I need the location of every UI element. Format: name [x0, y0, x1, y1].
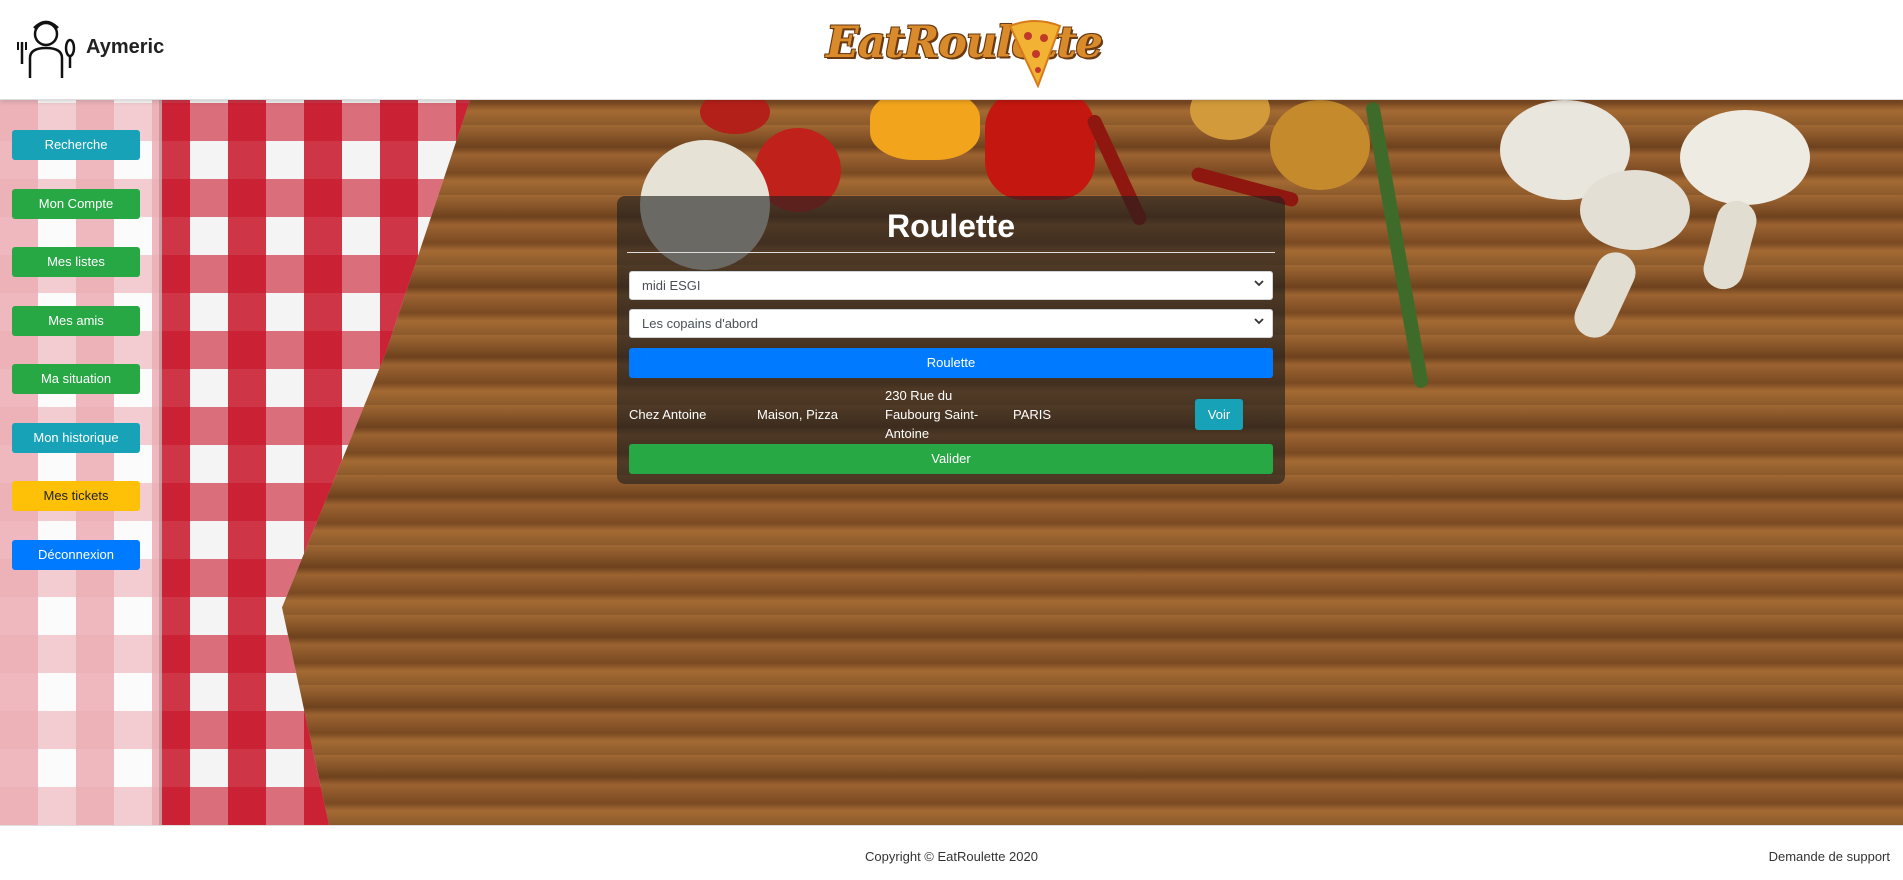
eatroulette-logo[interactable]: EatRoulette: [826, 14, 1103, 90]
list-select[interactable]: midi ESGI: [629, 271, 1273, 300]
user-profile[interactable]: Aymeric: [16, 14, 164, 80]
sidebar-item-deconnexion[interactable]: Déconnexion: [12, 539, 140, 570]
header: Aymeric EatRoulette: [0, 0, 1903, 100]
mushroom-decoration: [1580, 170, 1690, 250]
sidebar-item-mes-listes[interactable]: Mes listes: [12, 247, 140, 277]
restaurant-type: Maison, Pizza: [757, 406, 838, 422]
chevron-down-icon: [1254, 318, 1264, 325]
sidebar-item-mes-tickets[interactable]: Mes tickets: [12, 481, 140, 511]
list-select-value: midi ESGI: [642, 278, 701, 293]
sidebar-item-mes-amis[interactable]: Mes amis: [12, 305, 140, 336]
view-restaurant-button[interactable]: Voir: [1195, 399, 1243, 430]
copyright-text: Copyright © EatRoulette 2020: [865, 849, 1038, 864]
restaurant-city: PARIS: [1013, 406, 1052, 422]
sidebar-item-mon-compte[interactable]: Mon Compte: [12, 188, 140, 219]
sidebar-item-ma-situation[interactable]: Ma situation: [12, 364, 140, 394]
validate-button[interactable]: Valider: [629, 444, 1273, 474]
group-select[interactable]: Les copains d'abord: [629, 309, 1273, 338]
roulette-panel: Roulette midi ESGI Les copains d'abord R…: [617, 196, 1285, 484]
tomato-decoration: [700, 100, 770, 134]
mushroom-stem-decoration: [1699, 196, 1761, 294]
spin-roulette-button[interactable]: Roulette: [629, 348, 1273, 378]
sidebar-item-recherche[interactable]: Recherche: [12, 130, 140, 160]
restaurant-address: 230 Rue du Faubourg Saint-Antoine: [885, 387, 979, 441]
pepper-decoration: [870, 100, 980, 160]
title-divider: [627, 252, 1275, 253]
chevron-down-icon: [1254, 280, 1264, 287]
pizza-slice-icon: [1008, 20, 1062, 88]
mushroom-stem-decoration: [1567, 245, 1643, 345]
sidebar-item-mon-historique[interactable]: Mon historique: [12, 422, 140, 453]
footer: Copyright © EatRoulette 2020 Demande de …: [0, 825, 1903, 880]
restaurant-result-row: Chez Antoine Maison, Pizza 230 Rue du Fa…: [629, 384, 1273, 444]
rosemary-decoration: [1364, 100, 1430, 390]
support-link[interactable]: Demande de support: [1769, 849, 1890, 864]
onion-decoration: [1190, 100, 1270, 140]
restaurant-name: Chez Antoine: [629, 406, 707, 422]
group-select-value: Les copains d'abord: [642, 316, 758, 331]
mushroom-decoration: [1680, 110, 1810, 205]
pepper-decoration: [985, 100, 1095, 200]
username: Aymeric: [86, 35, 165, 58]
sidebar-nav: Recherche Mon Compte Mes listes Mes amis…: [12, 130, 140, 598]
chef-avatar-icon: [17, 20, 76, 78]
onion-decoration: [1270, 100, 1370, 190]
panel-title: Roulette: [887, 208, 1015, 244]
